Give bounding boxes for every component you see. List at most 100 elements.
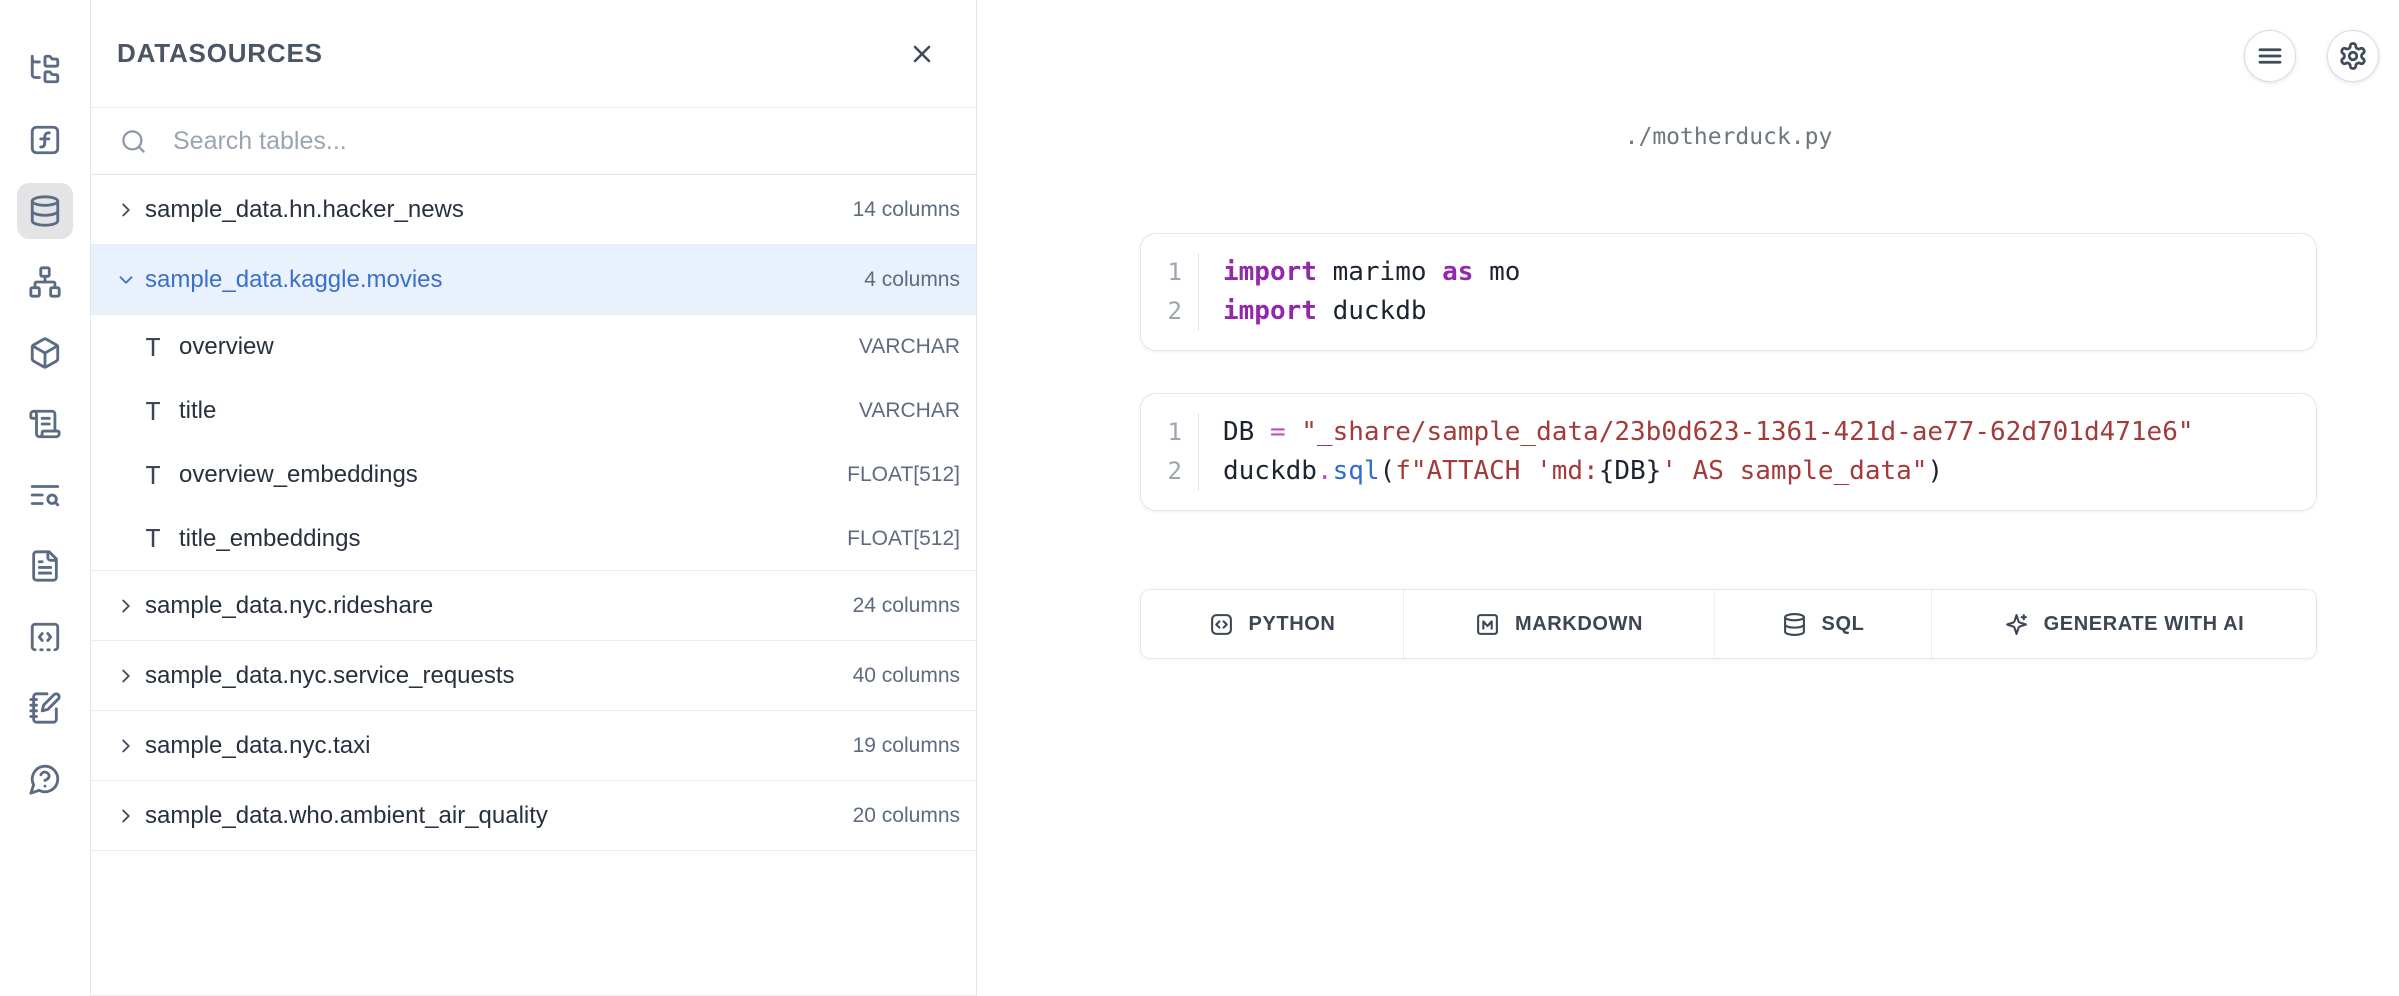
table-name: sample_data.nyc.service_requests [145, 662, 515, 690]
notebook-area: ./motherduck.py 1import marimo as mo2imp… [977, 0, 2399, 996]
column-count: 14 columns [833, 198, 960, 222]
line-number: 1 [1141, 253, 1199, 292]
settings-icon [2338, 41, 2368, 71]
chevron-right-icon [115, 735, 137, 757]
sidebar-item-dependencies[interactable] [17, 254, 73, 310]
add-cell-markdown-button[interactable]: MARKDOWN [1404, 590, 1715, 658]
scroll-text-icon [28, 407, 62, 441]
database-icon [1782, 612, 1807, 637]
panel-header: DATASOURCES [91, 0, 976, 108]
table-name: sample_data.kaggle.movies [145, 266, 443, 294]
sidebar-item-tracing[interactable] [17, 467, 73, 523]
table-row[interactable]: sample_data.nyc.taxi 19 columns [91, 711, 976, 781]
add-cell-generate-with-ai-button[interactable]: GENERATE WITH AI [1932, 590, 2316, 658]
add-cell-python-button[interactable]: PYTHON [1141, 590, 1404, 658]
table-row[interactable]: sample_data.nyc.service_requests 40 colum… [91, 641, 976, 711]
text-type-icon: T [143, 461, 163, 490]
menu-button[interactable] [2244, 30, 2296, 82]
column-count: 40 columns [833, 664, 960, 688]
datasources-panel: DATASOURCES sample_data.hn.hacker_news 14… [91, 0, 977, 996]
add-cell-button-label: PYTHON [1249, 613, 1336, 636]
add-cell-bar: PYTHON MARKDOWN SQL GENERATE WITH AI [1140, 589, 2317, 659]
column-count: 24 columns [833, 594, 960, 618]
column-type: FLOAT[512] [827, 463, 960, 487]
chevron-right-icon [115, 665, 137, 687]
text-type-icon: T [143, 333, 163, 362]
square-dashed-code-icon [28, 620, 62, 654]
column-type: VARCHAR [839, 335, 960, 359]
sidebar-item-files[interactable] [17, 41, 73, 97]
text-search-icon [28, 478, 62, 512]
column-count: 20 columns [833, 804, 960, 828]
add-cell-button-label: SQL [1822, 613, 1865, 636]
chevron-right-icon [115, 595, 137, 617]
folder-tree-icon [28, 52, 62, 86]
sidebar-item-scratchpad[interactable] [17, 680, 73, 736]
sparkles-icon [2004, 612, 2029, 637]
app: DATASOURCES sample_data.hn.hacker_news14… [0, 0, 2399, 996]
notebook-pen-icon [28, 691, 62, 725]
close-panel-button[interactable] [908, 40, 936, 68]
table-row[interactable]: sample_data.hn.hacker_news 14 columns [91, 175, 976, 245]
code-line: 2duckdb.sql(f"ATTACH 'md:{DB}' AS sample… [1141, 452, 2316, 491]
table-name: sample_data.hn.hacker_news [145, 196, 464, 224]
message-circle-question-icon [28, 762, 62, 796]
tables-list: sample_data.hn.hacker_news14 columnssamp… [91, 175, 976, 995]
header-actions [2244, 30, 2379, 82]
column-count: 19 columns [833, 734, 960, 758]
column-type: FLOAT[512] [827, 527, 960, 551]
code-line: 2import duckdb [1141, 292, 2316, 331]
activity-bar [0, 0, 91, 996]
column-name: title [179, 397, 216, 425]
table-row[interactable]: sample_data.nyc.rideshare24 columns [91, 571, 976, 641]
table-name: sample_data.who.ambient_air_quality [145, 802, 548, 830]
table-row[interactable]: sample_data.who.ambient_air_quality 20 co… [91, 781, 976, 851]
search-tables-input[interactable] [171, 126, 950, 157]
text-type-icon: T [143, 524, 163, 553]
column-name: title_embeddings [179, 525, 360, 553]
line-number: 2 [1141, 452, 1199, 491]
column-row[interactable]: Ttitle VARCHAR [91, 379, 976, 443]
close-icon [908, 40, 936, 68]
search-icon [120, 128, 147, 155]
column-count: 4 columns [844, 268, 960, 292]
sidebar-item-variables[interactable] [17, 112, 73, 168]
database-icon [28, 194, 62, 228]
code-line: 1import marimo as mo [1141, 253, 2316, 292]
code-cell[interactable]: 1DB = "_share/sample_data/23b0d623-1361-… [1140, 393, 2317, 511]
code-cell[interactable]: 1import marimo as mo2import duckdb [1140, 233, 2317, 351]
menu-icon [2255, 41, 2285, 71]
sidebar-item-help[interactable] [17, 751, 73, 807]
search-tables [91, 108, 976, 175]
sidebar-item-datasources[interactable] [17, 183, 73, 239]
file-text-icon [28, 549, 62, 583]
table-name: sample_data.nyc.taxi [145, 732, 370, 760]
line-number: 1 [1141, 413, 1199, 452]
column-row[interactable]: Toverview_embeddings FLOAT[512] [91, 443, 976, 507]
function-square-icon [28, 123, 62, 157]
sidebar-item-snippets[interactable] [17, 609, 73, 665]
sidebar-item-documentation[interactable] [17, 538, 73, 594]
notebook-filename[interactable]: ./motherduck.py [1140, 124, 2317, 150]
settings-button[interactable] [2327, 30, 2379, 82]
add-cell-button-label: GENERATE WITH AI [2044, 613, 2245, 636]
line-number: 2 [1141, 292, 1199, 331]
column-type: VARCHAR [839, 399, 960, 423]
add-cell-sql-button[interactable]: SQL [1715, 590, 1932, 658]
column-row[interactable]: Ttitle_embeddings FLOAT[512] [91, 507, 976, 571]
box-icon [28, 336, 62, 370]
code-line: 1DB = "_share/sample_data/23b0d623-1361-… [1141, 413, 2316, 452]
column-name: overview [179, 333, 274, 361]
column-row[interactable]: Toverview VARCHAR [91, 315, 976, 379]
square-code-icon [1209, 612, 1234, 637]
chevron-right-icon [115, 199, 137, 221]
sidebar-item-packages[interactable] [17, 325, 73, 381]
column-name: overview_embeddings [179, 461, 418, 489]
sidebar-item-logs[interactable] [17, 396, 73, 452]
chevron-down-icon [115, 269, 137, 291]
text-type-icon: T [143, 397, 163, 426]
square-m-icon [1475, 612, 1500, 637]
table-row[interactable]: sample_data.kaggle.movies 4 columns [91, 245, 976, 315]
chevron-right-icon [115, 805, 137, 827]
add-cell-button-label: MARKDOWN [1515, 613, 1643, 636]
